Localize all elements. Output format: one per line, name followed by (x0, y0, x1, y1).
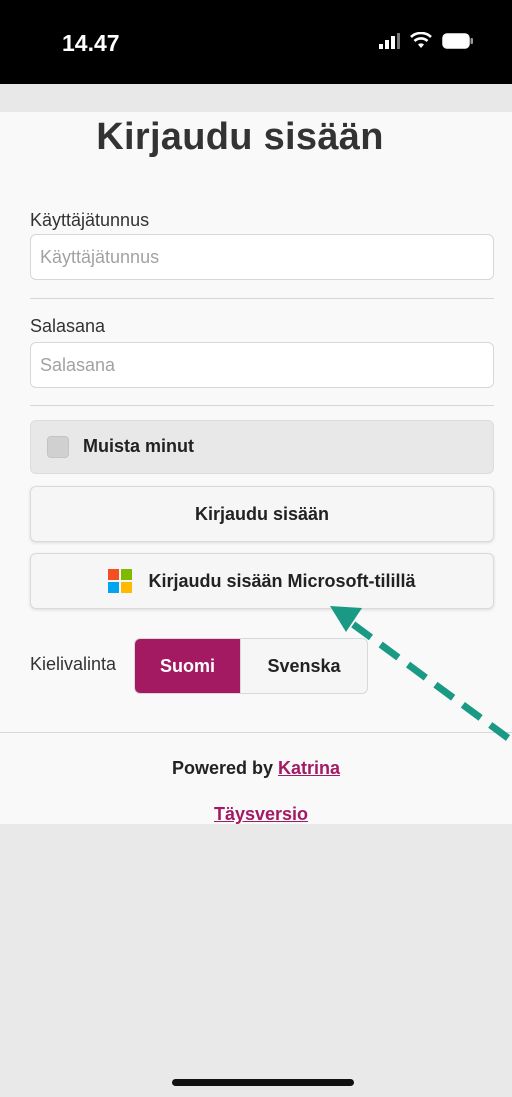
arrow-shaft (347, 619, 511, 741)
home-indicator[interactable] (172, 1079, 354, 1086)
annotation-arrow (330, 606, 511, 741)
